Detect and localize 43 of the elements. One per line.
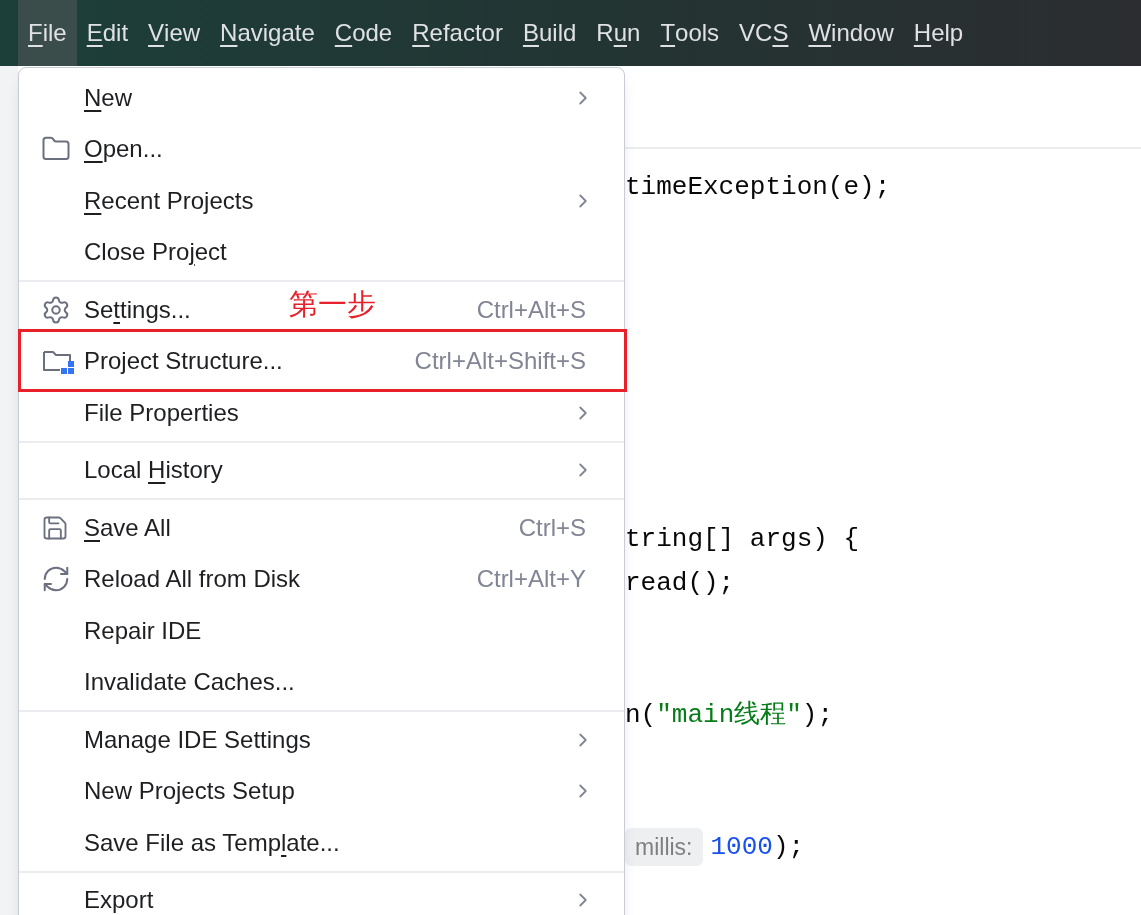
menu-item[interactable]: Export: [84, 882, 154, 915]
menu-bar-item[interactable]: Run: [586, 0, 651, 66]
menu-bar-item[interactable]: Edit: [76, 0, 139, 66]
menu-bar-item[interactable]: File: [18, 0, 77, 66]
menu-bar-item[interactable]: Help: [903, 0, 974, 66]
menu-bar-item[interactable]: Build: [512, 0, 587, 66]
menu-bar-item[interactable]: Code: [324, 0, 403, 66]
menu-item[interactable]: File Properties: [84, 394, 239, 431]
menu-item[interactable]: Local History: [84, 452, 223, 489]
code-text: );: [772, 830, 805, 864]
menu-item[interactable]: Close Project: [84, 234, 227, 271]
code-string: "main线程": [656, 698, 802, 732]
menu-item[interactable]: Project Structure...: [84, 343, 283, 380]
menu-item[interactable]: Manage IDE Settings: [84, 721, 311, 758]
menu-bar-item[interactable]: VCS: [729, 0, 799, 66]
code-text: timeException(e);: [625, 170, 891, 204]
code-number: 1000: [710, 830, 773, 864]
menu-bar-item[interactable]: View: [138, 0, 211, 66]
code-text: read();: [625, 566, 735, 600]
menu-bar-item[interactable]: Tools: [650, 0, 730, 66]
code-text: n(: [625, 698, 657, 732]
shortcut-label: Ctrl+Alt+S: [476, 294, 586, 325]
menu-bar-item[interactable]: Window: [798, 0, 904, 66]
shortcut-label: Ctrl+S: [518, 512, 586, 543]
menu-bar-item[interactable]: Navigate: [210, 0, 325, 66]
menu-bar-item[interactable]: Refactor: [402, 0, 513, 66]
shortcut-label: Ctrl+Alt+Y: [476, 564, 586, 595]
parameter-hint: millis:: [625, 827, 703, 867]
code-text: tring[] args) {: [625, 522, 860, 556]
code-text: );: [801, 698, 834, 732]
menu-item[interactable]: Recent Projects: [84, 182, 254, 219]
shortcut-label: Ctrl+Alt+Shift+S: [414, 346, 586, 377]
menu-item[interactable]: Save All: [84, 509, 171, 546]
menu-item[interactable]: Settings...: [84, 291, 191, 328]
menu-item[interactable]: Reload All from Disk: [84, 561, 301, 598]
menu-item[interactable]: Save File as Template...: [84, 824, 340, 861]
menu-item[interactable]: Repair IDE: [84, 612, 202, 649]
menu-item[interactable]: Invalidate Caches...: [84, 664, 295, 701]
settings-icon: [41, 294, 71, 325]
menu-item[interactable]: New: [84, 79, 133, 116]
menu-item[interactable]: Open...: [84, 131, 163, 168]
menu-item[interactable]: New Projects Setup: [84, 773, 295, 810]
annotation-text: 第一步: [289, 287, 376, 322]
